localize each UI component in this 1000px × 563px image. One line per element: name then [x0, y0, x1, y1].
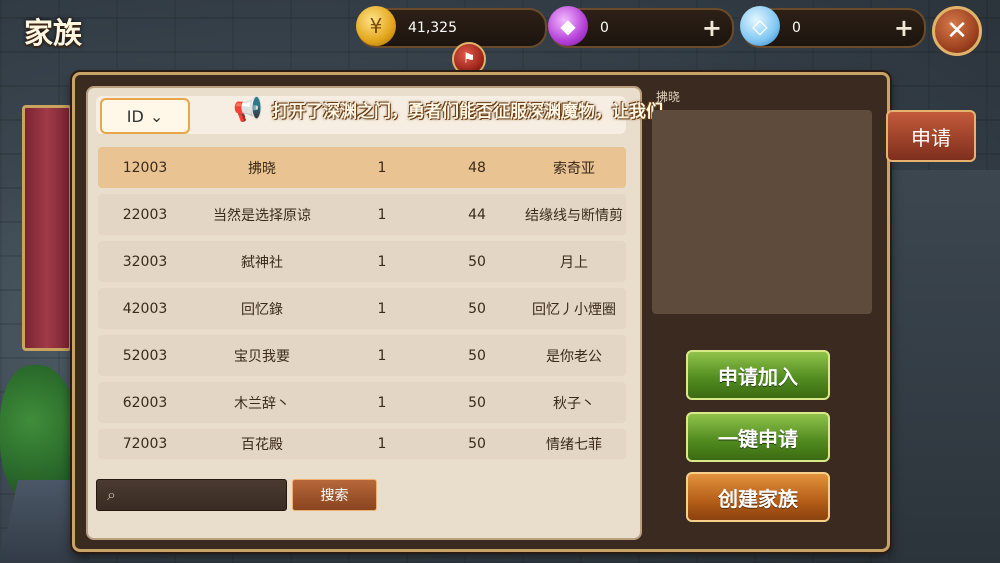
gem-counter: ◆ 0 + [548, 6, 734, 48]
family-leader: 月上 [560, 254, 588, 271]
family-leader: 索奇亚 [553, 160, 595, 177]
flag-icon[interactable]: ⚑ [452, 42, 486, 76]
chevron-down-icon: ⌄ [149, 106, 164, 126]
family-id: 42003 [122, 300, 168, 317]
family-level: 1 [377, 300, 387, 317]
family-id: 52003 [122, 347, 168, 364]
family-name: 弑神社 [241, 254, 283, 271]
create-family-button[interactable]: 创建家族 [686, 472, 830, 522]
apply-join-button[interactable]: 申请加入 [686, 350, 830, 400]
family-name: 百花殿 [241, 437, 283, 453]
table-row[interactable]: 22003 当然是选择原谅 1 44 结缘线与断情剪 [98, 194, 626, 235]
gold-counter: ¥ 41,325 [356, 6, 547, 48]
table-row[interactable]: 72003 百花殿 1 50 情绪七菲 [98, 429, 626, 459]
purple-gem-icon: ◆ [548, 6, 588, 46]
family-leader: 回忆丿小煙圈 [532, 301, 616, 318]
add-diamond-button[interactable]: + [894, 14, 914, 42]
family-members: 48 [468, 159, 486, 176]
apply-tab[interactable]: 申请 [886, 110, 976, 162]
diamond-value: 0 [792, 20, 801, 36]
one-key-apply-button[interactable]: 一键申请 [686, 412, 830, 462]
family-leader: 秋子丶 [553, 395, 595, 412]
gold-value: 41,325 [408, 20, 457, 36]
family-level: 1 [377, 159, 387, 176]
family-level: 1 [377, 394, 387, 411]
family-members: 50 [468, 347, 486, 364]
table-row[interactable]: 12003 拂晓 1 48 索奇亚 [98, 147, 626, 188]
family-id: 62003 [122, 394, 168, 411]
family-table: 12003 拂晓 1 48 索奇亚 22003 当然是选择原谅 1 44 结缘线… [98, 147, 626, 465]
family-name: 拂晓 [248, 160, 276, 177]
gold-coin-icon: ¥ [356, 6, 396, 46]
background-banner [22, 105, 72, 351]
megaphone-icon: 📢 [233, 95, 263, 123]
search-button[interactable]: 搜索 [292, 479, 377, 511]
family-name: 当然是选择原谅 [213, 207, 311, 224]
family-members: 50 [468, 300, 486, 317]
page-title: 家族 [24, 16, 83, 50]
ticker-tag: 拂晓 [656, 90, 681, 104]
family-leader: 情绪七菲 [546, 437, 602, 453]
table-row[interactable]: 42003 回忆錄 1 50 回忆丿小煙圈 [98, 288, 626, 329]
family-detail-panel [652, 110, 872, 314]
family-leader: 是你老公 [546, 348, 602, 365]
family-name: 木兰辞丶 [234, 395, 290, 412]
family-name: 宝贝我要 [234, 348, 290, 365]
gem-value: 0 [600, 20, 609, 36]
search-field[interactable]: ⌕ [96, 479, 287, 511]
family-leader: 结缘线与断情剪 [525, 207, 623, 224]
family-members: 50 [468, 394, 486, 411]
family-id: 22003 [122, 206, 168, 223]
table-row[interactable]: 52003 宝贝我要 1 50 是你老公 [98, 335, 626, 376]
sort-label: ID [126, 106, 144, 126]
family-id: 32003 [122, 253, 168, 270]
diamond-counter: ◇ 0 + [740, 6, 926, 48]
close-button[interactable]: ✕ [932, 6, 982, 56]
ticker-text: 打开了深渊之门，勇者们能否征服深渊魔物，让我们 [272, 101, 663, 122]
family-level: 1 [377, 206, 387, 223]
family-members: 50 [468, 253, 486, 270]
family-level: 1 [377, 347, 387, 364]
search-icon: ⌕ [107, 485, 116, 504]
diamond-icon: ◇ [740, 6, 780, 46]
family-members: 50 [468, 436, 486, 452]
family-id: 12003 [122, 159, 168, 176]
table-row[interactable]: 32003 弑神社 1 50 月上 [98, 241, 626, 282]
family-members: 44 [468, 206, 486, 223]
sort-dropdown[interactable]: ID ⌄ [100, 98, 190, 134]
background-castle-wall [888, 170, 1000, 563]
family-level: 1 [377, 436, 387, 452]
table-row[interactable]: 62003 木兰辞丶 1 50 秋子丶 [98, 382, 626, 423]
family-name: 回忆錄 [241, 301, 283, 318]
family-level: 1 [377, 253, 387, 270]
family-id: 72003 [122, 436, 168, 452]
add-gem-button[interactable]: + [702, 14, 722, 42]
search-input[interactable] [129, 484, 283, 508]
